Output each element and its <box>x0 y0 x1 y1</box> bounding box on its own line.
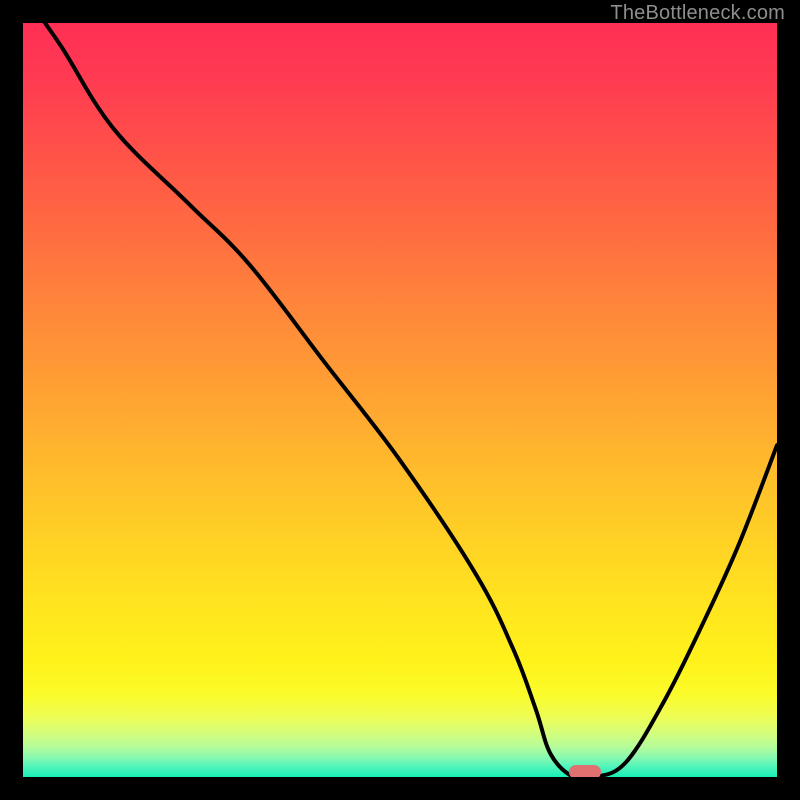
plot-area <box>23 23 777 777</box>
optimal-point-marker <box>569 765 601 777</box>
chart-frame: TheBottleneck.com <box>0 0 800 800</box>
bottleneck-curve <box>23 23 777 777</box>
watermark-text: TheBottleneck.com <box>610 2 785 25</box>
